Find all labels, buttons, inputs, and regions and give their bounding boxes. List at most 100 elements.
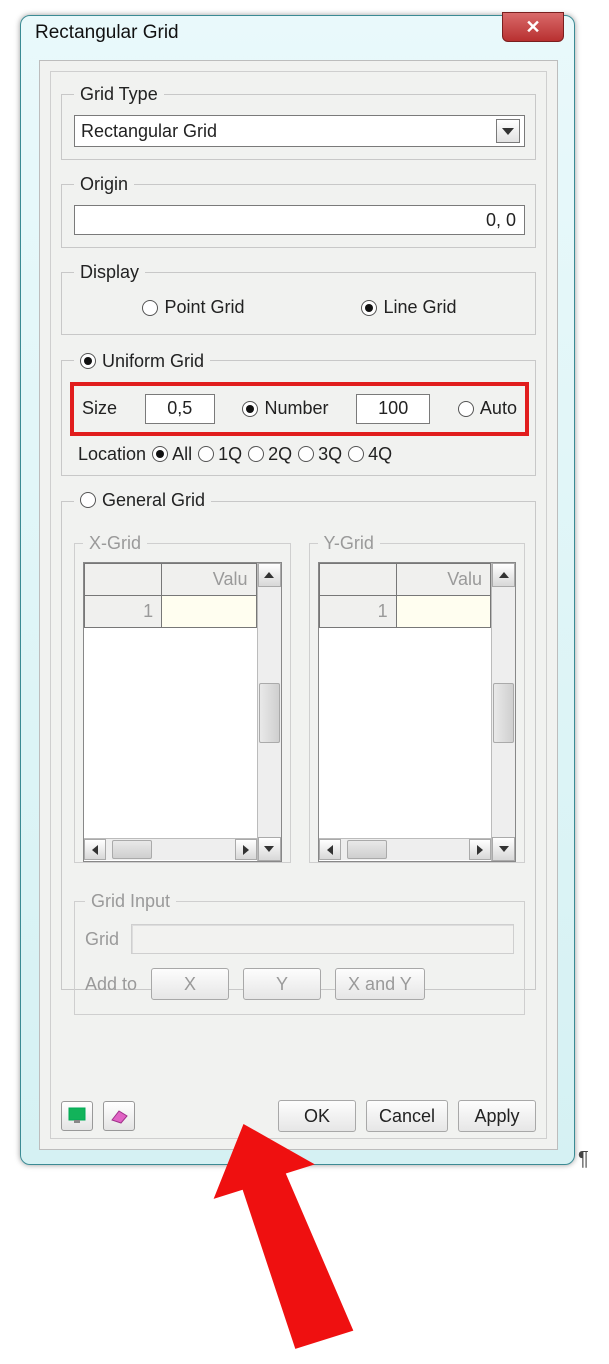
radio-icon: [458, 401, 474, 417]
radio-icon: [361, 300, 377, 316]
scroll-up-icon[interactable]: [492, 563, 515, 587]
line-grid-label: Line Grid: [383, 297, 456, 318]
table-row[interactable]: 1: [319, 596, 491, 628]
location-row: Location All 1Q 2Q 3Q: [74, 444, 525, 465]
number-radio[interactable]: Number: [242, 398, 328, 419]
radio-icon: [298, 446, 314, 462]
add-x-button[interactable]: X: [151, 968, 229, 1000]
scroll-up-icon[interactable]: [258, 563, 281, 587]
y-grid-box: Y-Grid Valu 1: [309, 533, 526, 863]
erase-button[interactable]: [103, 1101, 135, 1131]
radio-icon: [80, 492, 96, 508]
grid-input-group: Grid Input Grid Add to X Y X and Y: [74, 891, 525, 1015]
location-1q-radio[interactable]: 1Q: [198, 444, 242, 465]
auto-radio[interactable]: Auto: [458, 398, 517, 419]
close-icon: ✕: [525, 17, 540, 37]
general-grid-radio[interactable]: General Grid: [80, 490, 205, 511]
save-settings-button[interactable]: [61, 1101, 93, 1131]
size-number-highlight: Size 0,5 Number 100 Auto: [70, 382, 529, 436]
ok-button[interactable]: OK: [278, 1100, 356, 1132]
scroll-left-icon[interactable]: [84, 839, 106, 860]
table-header-row: Valu: [85, 564, 257, 596]
radio-icon: [80, 353, 96, 369]
grid-label: Grid: [85, 929, 119, 950]
scroll-thumb[interactable]: [259, 683, 280, 743]
origin-legend: Origin: [74, 174, 134, 195]
number-input[interactable]: 100: [356, 394, 430, 424]
origin-value: 0, 0: [486, 210, 516, 231]
general-grid-legend: General Grid: [74, 490, 211, 514]
monitor-icon: [68, 1107, 86, 1125]
dropdown-arrow-icon: [496, 119, 520, 143]
y-grid-table[interactable]: Valu 1: [318, 562, 517, 862]
scroll-down-icon[interactable]: [258, 837, 281, 861]
y-grid-vscroll[interactable]: [491, 563, 515, 861]
value-header: Valu: [396, 564, 490, 596]
x-grid-box: X-Grid Valu 1: [74, 533, 291, 863]
scroll-right-icon[interactable]: [469, 839, 491, 860]
grid-type-dropdown[interactable]: Rectangular Grid: [74, 115, 525, 147]
general-grid-group: General Grid X-Grid Valu: [61, 490, 536, 990]
scroll-right-icon[interactable]: [235, 839, 257, 860]
grid-type-legend: Grid Type: [74, 84, 164, 105]
origin-input[interactable]: 0, 0: [74, 205, 525, 235]
radio-icon: [248, 446, 264, 462]
scroll-thumb[interactable]: [493, 683, 514, 743]
size-value: 0,5: [167, 398, 192, 419]
radio-icon: [242, 401, 258, 417]
radio-icon: [348, 446, 364, 462]
y-grid-hscroll[interactable]: [319, 838, 492, 860]
location-4q-radio[interactable]: 4Q: [348, 444, 392, 465]
grid-input-field[interactable]: [131, 924, 514, 954]
x-grid-hscroll[interactable]: [84, 838, 257, 860]
add-xy-button[interactable]: X and Y: [335, 968, 425, 1000]
location-2q-radio[interactable]: 2Q: [248, 444, 292, 465]
point-grid-radio[interactable]: Point Grid: [142, 297, 244, 318]
dialog-inner: Grid Type Rectangular Grid Origin 0, 0 D…: [50, 71, 547, 1139]
line-grid-radio[interactable]: Line Grid: [361, 297, 456, 318]
origin-group: Origin 0, 0: [61, 174, 536, 248]
value-header: Valu: [162, 564, 256, 596]
grid-input-legend: Grid Input: [85, 891, 176, 912]
close-button[interactable]: ✕: [502, 12, 564, 42]
radio-icon: [142, 300, 158, 316]
cancel-button[interactable]: Cancel: [366, 1100, 448, 1132]
uniform-grid-group: Uniform Grid Size 0,5 Number 100: [61, 349, 536, 476]
scroll-thumb[interactable]: [112, 840, 152, 859]
auto-label: Auto: [480, 398, 517, 419]
value-cell[interactable]: [162, 596, 256, 628]
x-grid-table[interactable]: Valu 1: [83, 562, 282, 862]
apply-button[interactable]: Apply: [458, 1100, 536, 1132]
scroll-down-icon[interactable]: [492, 837, 515, 861]
radio-icon: [198, 446, 214, 462]
row-index: 1: [319, 596, 396, 628]
grid-type-group: Grid Type Rectangular Grid: [61, 84, 536, 160]
value-cell[interactable]: [396, 596, 490, 628]
location-3q-radio[interactable]: 3Q: [298, 444, 342, 465]
point-grid-label: Point Grid: [164, 297, 244, 318]
row-index: 1: [85, 596, 162, 628]
dialog-title: Rectangular Grid: [35, 22, 179, 43]
table-header-row: Valu: [319, 564, 491, 596]
x-grid-legend: X-Grid: [83, 533, 147, 554]
button-bar: OK Cancel Apply: [61, 1100, 536, 1132]
location-all-radio[interactable]: All: [152, 444, 192, 465]
addto-label: Add to: [85, 974, 137, 995]
display-group: Display Point Grid Line Grid: [61, 262, 536, 335]
uniform-grid-radio[interactable]: Uniform Grid: [80, 351, 204, 372]
pilcrow-mark: ¶: [578, 1148, 589, 1171]
table-row[interactable]: 1: [85, 596, 257, 628]
add-y-button[interactable]: Y: [243, 968, 321, 1000]
scroll-left-icon[interactable]: [319, 839, 341, 860]
scroll-thumb[interactable]: [347, 840, 387, 859]
titlebar[interactable]: Rectangular Grid ✕: [21, 16, 574, 56]
x-grid-vscroll[interactable]: [257, 563, 281, 861]
y-grid-legend: Y-Grid: [318, 533, 380, 554]
number-label: Number: [264, 398, 328, 419]
size-label: Size: [82, 398, 117, 419]
location-label: Location: [78, 444, 146, 465]
rectangular-grid-dialog: Rectangular Grid ✕ Grid Type Rectangular…: [20, 15, 575, 1165]
size-input[interactable]: 0,5: [145, 394, 215, 424]
uniform-grid-legend: Uniform Grid: [74, 349, 210, 372]
radio-icon: [152, 446, 168, 462]
